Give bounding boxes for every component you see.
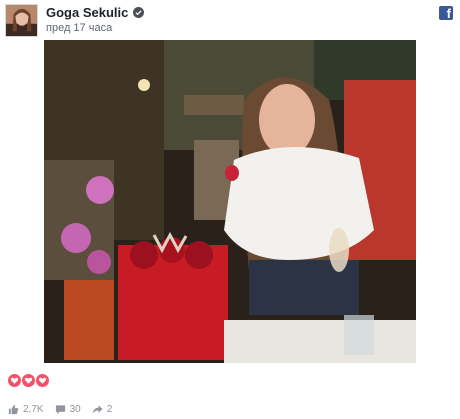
author-avatar[interactable]	[5, 4, 38, 37]
likes-stat[interactable]: 2,7K	[8, 404, 44, 415]
heart-icon	[22, 374, 35, 387]
shares-count: 2	[106, 404, 113, 415]
author-name[interactable]: Goga Sekulic	[46, 5, 128, 20]
heart-icon	[36, 374, 49, 387]
likes-count: 2,7K	[23, 404, 44, 415]
reactions-bar[interactable]	[8, 374, 50, 387]
comments-count: 30	[69, 404, 81, 415]
heart-icon	[8, 374, 21, 387]
post-stats: 2,7K 30 2	[8, 404, 123, 415]
thumbs-up-icon	[8, 404, 19, 415]
share-icon	[92, 405, 103, 414]
shares-stat[interactable]: 2	[92, 404, 113, 415]
avatar-image	[6, 5, 37, 36]
verified-badge-icon	[133, 7, 145, 18]
post-photo[interactable]	[44, 40, 416, 363]
post-card: Goga Sekulic пред 17 часа f 2,7K 30 2	[0, 0, 460, 419]
author-name-row[interactable]: Goga Sekulic	[46, 5, 145, 20]
facebook-logo-icon[interactable]: f	[439, 6, 453, 21]
post-photo-image	[44, 40, 416, 363]
post-timestamp[interactable]: пред 17 часа	[46, 22, 112, 34]
comment-icon	[55, 405, 65, 415]
comments-stat[interactable]: 30	[55, 404, 81, 415]
